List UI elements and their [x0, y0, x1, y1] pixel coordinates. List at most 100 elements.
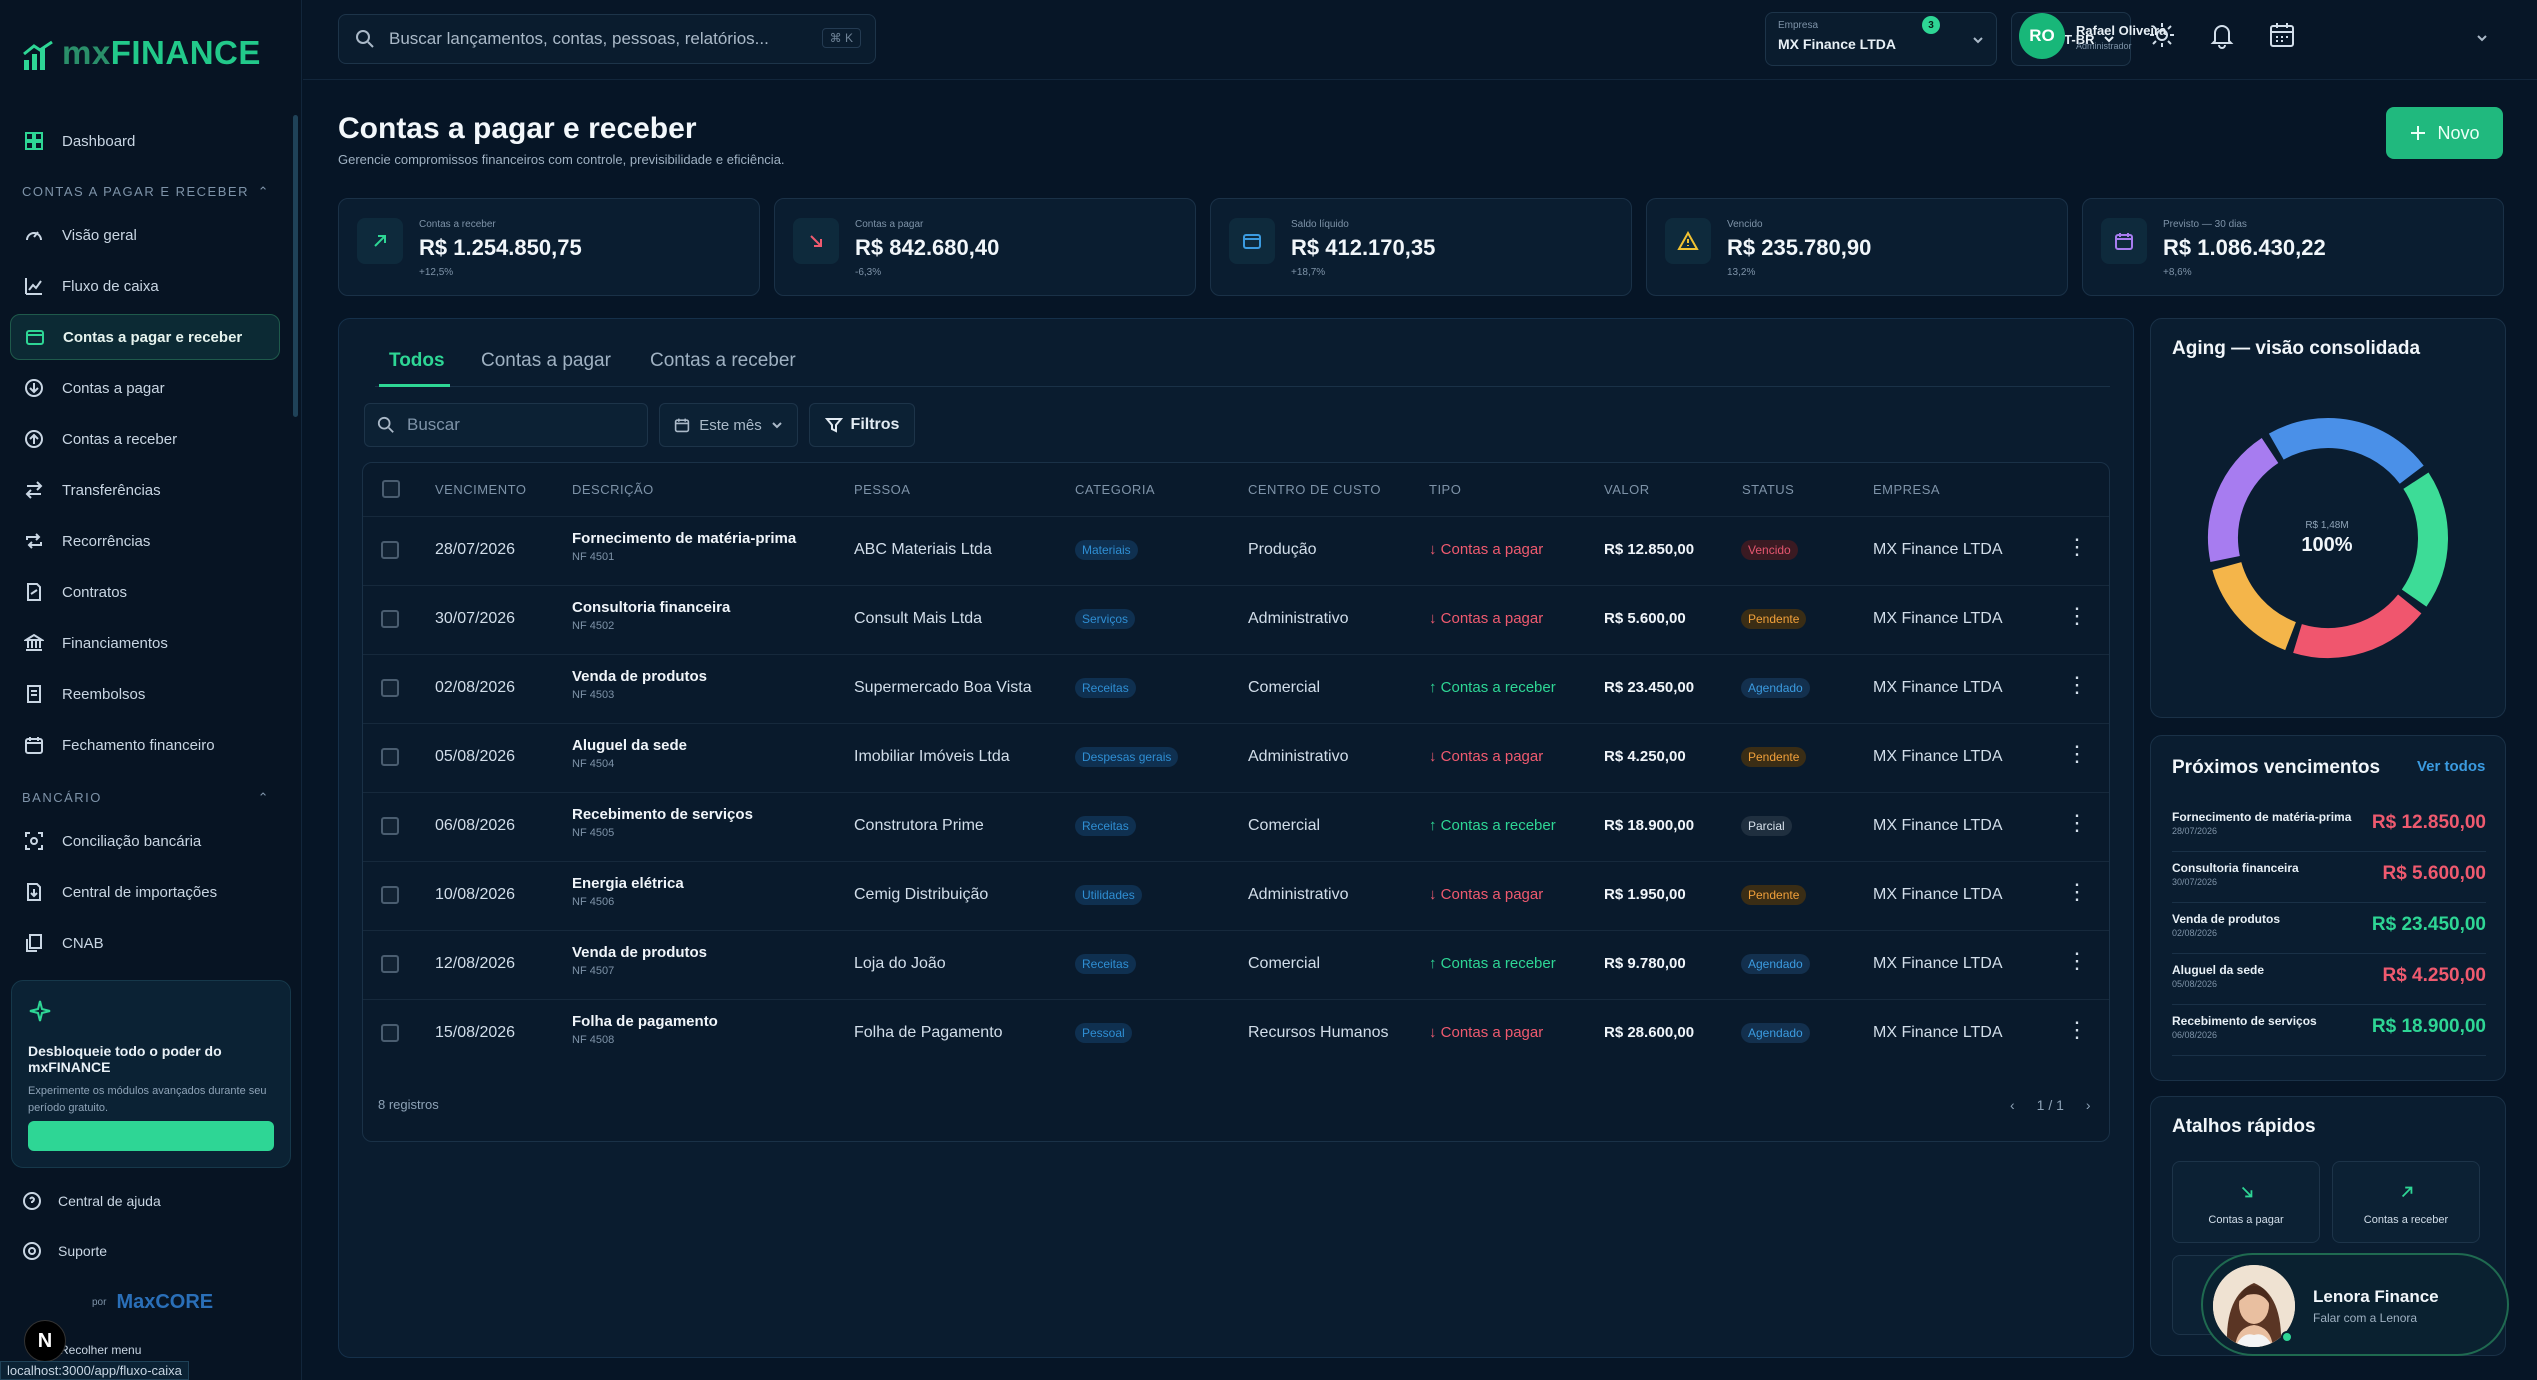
cell-description[interactable]: Energia elétrica	[572, 875, 684, 892]
company-select[interactable]: Empresa MX Finance LTDA	[1765, 12, 1997, 66]
tab-contas-a-pagar[interactable]: Contas a pagar	[481, 350, 611, 372]
table-row[interactable]: 10/08/2026 Energia elétrica NF 4506 Cemig D…	[363, 861, 2109, 930]
donut-segment-1[interactable]	[2401, 472, 2448, 607]
col-header-vencimento[interactable]: VENCIMENTO	[435, 482, 526, 497]
support-link[interactable]: Suporte	[22, 1241, 107, 1261]
row-actions-icon[interactable]: ⋮	[2066, 1019, 2088, 1041]
view-all-link[interactable]: Ver todos	[2417, 758, 2485, 775]
kpi-card-receber[interactable]: Contas a receber R$ 1.254.850,75 +12,5%	[338, 198, 760, 296]
devtools-badge[interactable]: N	[24, 1320, 66, 1362]
tab-todos[interactable]: Todos	[389, 350, 445, 372]
cell-description[interactable]: Consultoria financeira	[572, 599, 730, 616]
promo-cta-button[interactable]	[28, 1121, 274, 1151]
sidebar-item-cnab[interactable]: CNAB	[10, 920, 280, 966]
row-checkbox[interactable]	[381, 610, 399, 628]
kpi-card-previsto[interactable]: Previsto — 30 dias R$ 1.086.430,22 +8,6%	[2082, 198, 2504, 296]
row-actions-icon[interactable]: ⋮	[2066, 605, 2088, 627]
col-header-valor[interactable]: VALOR	[1604, 482, 1650, 497]
sidebar-item-conciliacao-bancaria[interactable]: Conciliação bancária	[10, 818, 280, 864]
sidebar-item-fechamento-financeiro[interactable]: Fechamento financeiro	[10, 722, 280, 768]
avatar[interactable]: RO	[2019, 13, 2065, 59]
shortcut-contas-a-pagar[interactable]: Contas a pagar	[2172, 1161, 2320, 1243]
row-actions-icon[interactable]: ⋮	[2066, 674, 2088, 696]
user-name[interactable]: Rafael Oliveira	[2076, 23, 2166, 38]
row-checkbox[interactable]	[381, 886, 399, 904]
col-header-empresa[interactable]: EMPRESA	[1873, 482, 1940, 497]
row-actions-icon[interactable]: ⋮	[2066, 812, 2088, 834]
filters-button[interactable]: Filtros	[809, 403, 915, 447]
donut-segment-2[interactable]	[2293, 594, 2422, 658]
row-checkbox[interactable]	[381, 817, 399, 835]
cell-description[interactable]: Aluguel da sede	[572, 737, 687, 754]
sidebar-item-dashboard[interactable]: Dashboard	[10, 118, 280, 164]
select-all-checkbox[interactable]	[382, 480, 400, 498]
kpi-card-pagar[interactable]: Contas a pagar R$ 842.680,40 -6,3%	[774, 198, 1196, 296]
cell-description[interactable]: Venda de produtos	[572, 944, 707, 961]
row-actions-icon[interactable]: ⋮	[2066, 536, 2088, 558]
table-row[interactable]: 06/08/2026 Recebimento de serviços NF 4505…	[363, 792, 2109, 861]
bell-icon[interactable]	[2208, 21, 2236, 49]
period-select[interactable]: Este mês	[659, 403, 798, 447]
cell-description[interactable]: Recebimento de serviços	[572, 806, 753, 823]
new-button[interactable]: Novo	[2386, 107, 2503, 159]
row-actions-icon[interactable]: ⋮	[2066, 950, 2088, 972]
table-row[interactable]: 12/08/2026 Venda de produtos NF 4507 Loja d…	[363, 930, 2109, 999]
global-search-input[interactable]: Buscar lançamentos, contas, pessoas, rel…	[338, 14, 876, 64]
sidebar-item-contratos[interactable]: Contratos	[10, 569, 280, 615]
sidebar-item-central-de-importacoes[interactable]: Central de importações	[10, 869, 280, 915]
help-center-link[interactable]: Central de ajuda	[22, 1191, 161, 1211]
calendar-icon[interactable]	[2268, 21, 2296, 49]
col-header-status[interactable]: STATUS	[1742, 482, 1794, 497]
kpi-card-saldo[interactable]: Saldo líquido R$ 412.170,35 +18,7%	[1210, 198, 1632, 296]
donut-segment-0[interactable]	[2268, 418, 2424, 485]
row-actions-icon[interactable]: ⋮	[2066, 743, 2088, 765]
sidebar-section-contas[interactable]: CONTAS A PAGAR E RECEBER ⌃	[22, 184, 270, 200]
donut-segment-4[interactable]	[2208, 437, 2279, 562]
row-checkbox[interactable]	[381, 1024, 399, 1042]
assistant-launcher[interactable]: Lenora Finance Falar com a Lenora	[2201, 1253, 2509, 1356]
donut-segment-3[interactable]	[2212, 561, 2297, 651]
row-actions-icon[interactable]: ⋮	[2066, 881, 2088, 903]
sidebar-item-reembolsos[interactable]: Reembolsos	[10, 671, 280, 717]
upcoming-item[interactable]: Consultoria financeira 30/07/2026 R$ 5.600…	[2172, 855, 2486, 903]
col-header-categoria[interactable]: CATEGORIA	[1075, 482, 1155, 497]
col-header-descricao[interactable]: DESCRIÇÃO	[572, 482, 654, 497]
chevron-down-icon[interactable]	[2476, 33, 2488, 43]
upcoming-item[interactable]: Recebimento de serviços 06/08/2026 R$ 18.9…	[2172, 1008, 2486, 1056]
cell-description[interactable]: Folha de pagamento	[572, 1013, 718, 1030]
col-header-tipo[interactable]: TIPO	[1429, 482, 1461, 497]
brand-logo[interactable]: mxFINANCE	[22, 34, 261, 72]
row-checkbox[interactable]	[381, 748, 399, 766]
tab-contas-a-receber[interactable]: Contas a receber	[650, 350, 796, 372]
sidebar-item-financiamentos[interactable]: Financiamentos	[10, 620, 280, 666]
sidebar-scrollbar[interactable]	[293, 115, 298, 417]
sidebar-item-contas-a-pagar-e-receber[interactable]: Contas a pagar e receber	[10, 314, 280, 360]
sidebar-item-transferencias[interactable]: Transferências	[10, 467, 280, 513]
kpi-card-vencido[interactable]: Vencido R$ 235.780,90 13,2%	[1646, 198, 2068, 296]
upcoming-item[interactable]: Venda de produtos 02/08/2026 R$ 23.450,00	[2172, 906, 2486, 954]
chevron-right-icon[interactable]: ›	[2086, 1097, 2091, 1113]
row-checkbox[interactable]	[381, 955, 399, 973]
upcoming-item[interactable]: Fornecimento de matéria-prima 28/07/2026 R…	[2172, 804, 2486, 852]
cell-description[interactable]: Venda de produtos	[572, 668, 707, 685]
row-checkbox[interactable]	[381, 541, 399, 559]
upcoming-item[interactable]: Aluguel da sede 05/08/2026 R$ 4.250,00	[2172, 957, 2486, 1005]
cell-description[interactable]: Fornecimento de matéria-prima	[572, 530, 796, 547]
sidebar-item-fluxo-de-caixa[interactable]: Fluxo de caixa	[10, 263, 280, 309]
sidebar-item-visao-geral[interactable]: Visão geral	[10, 212, 280, 258]
sidebar-item-contas-a-pagar[interactable]: Contas a pagar	[10, 365, 280, 411]
chevron-left-icon[interactable]: ‹	[2010, 1097, 2015, 1113]
shortcut-contas-a-receber[interactable]: Contas a receber	[2332, 1161, 2480, 1243]
sidebar-item-recorrencias[interactable]: Recorrências	[10, 518, 280, 564]
row-checkbox[interactable]	[381, 679, 399, 697]
col-header-centro-de-custo[interactable]: CENTRO DE CUSTO	[1248, 482, 1381, 497]
table-row[interactable]: 15/08/2026 Folha de pagamento NF 4508 Folha…	[363, 999, 2109, 1068]
table-search-input[interactable]: Buscar	[364, 403, 648, 447]
sidebar-section-bancario[interactable]: BANCÁRIO ⌃	[22, 790, 270, 806]
table-row[interactable]: 02/08/2026 Venda de produtos NF 4503 Superm…	[363, 654, 2109, 723]
table-row[interactable]: 30/07/2026 Consultoria financeira NF 4502 C…	[363, 585, 2109, 654]
table-row[interactable]: 28/07/2026 Fornecimento de matéria-prima N…	[363, 516, 2109, 585]
collapse-menu[interactable]: Recolher menu	[60, 1343, 141, 1357]
sidebar-item-contas-a-receber[interactable]: Contas a receber	[10, 416, 280, 462]
col-header-pessoa[interactable]: PESSOA	[854, 482, 910, 497]
